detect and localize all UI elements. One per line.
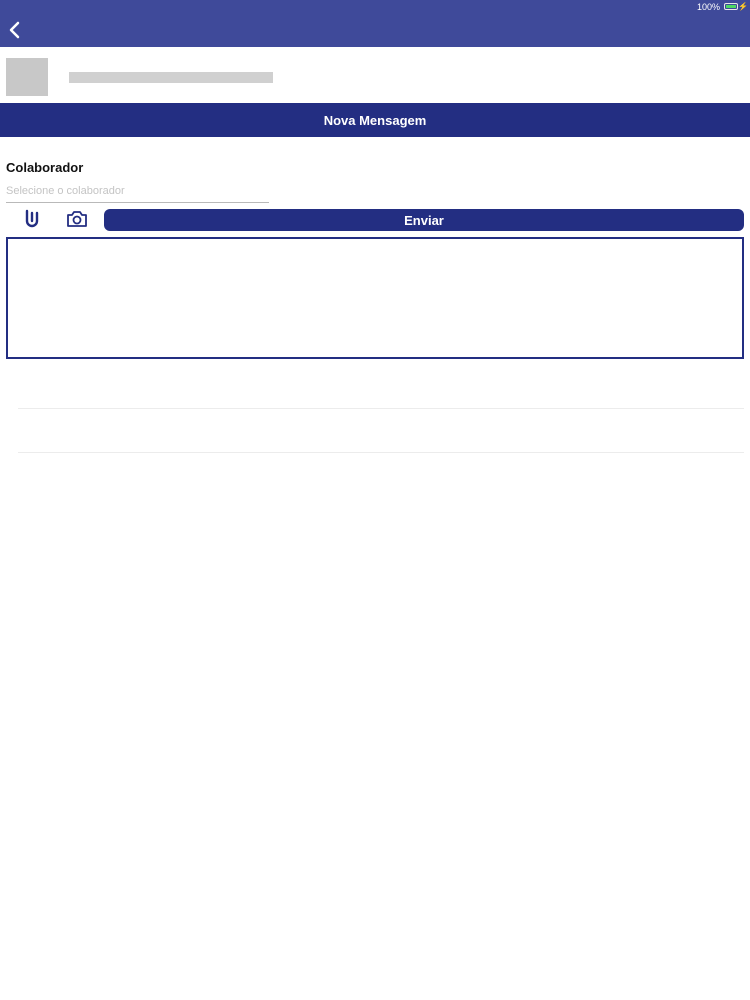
avatar <box>6 58 48 96</box>
list-divider <box>18 452 744 453</box>
charging-icon: ⚡ <box>738 2 748 11</box>
message-textarea[interactable] <box>6 237 744 359</box>
profile-name-placeholder <box>69 72 273 83</box>
chevron-left-icon <box>9 21 20 39</box>
profile-row <box>0 47 750 103</box>
navigation-bar <box>0 14 750 47</box>
camera-button[interactable] <box>66 209 88 229</box>
battery-percentage: 100% <box>696 2 720 12</box>
send-button[interactable]: Enviar <box>104 209 744 231</box>
battery-icon <box>724 3 738 10</box>
colaborador-select[interactable]: Selecione o colaborador <box>6 183 269 203</box>
attach-button[interactable] <box>22 208 42 230</box>
page-title: Nova Mensagem <box>323 112 427 128</box>
back-button[interactable] <box>6 18 26 42</box>
status-bar: 100% ⚡ <box>0 0 750 14</box>
camera-icon <box>67 211 87 227</box>
list-divider <box>18 408 744 409</box>
send-button-label: Enviar <box>404 212 444 228</box>
colaborador-label: Colaborador <box>6 160 84 175</box>
page-title-bar: Nova Mensagem <box>0 103 750 137</box>
paperclip-icon <box>25 209 39 228</box>
